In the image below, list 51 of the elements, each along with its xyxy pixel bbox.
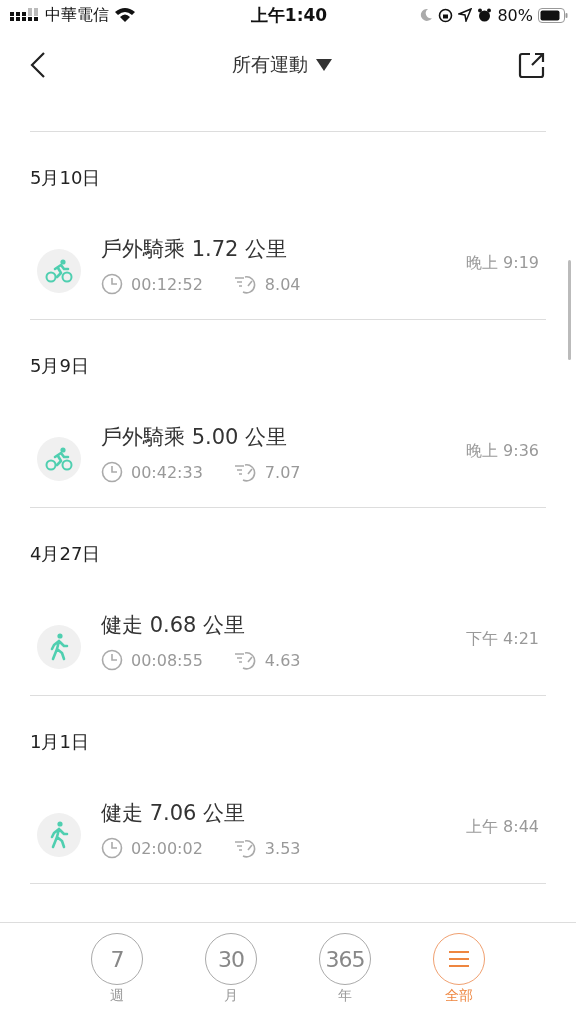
- speedometer-icon: [232, 837, 257, 859]
- menu-icon: [449, 951, 469, 967]
- activity-row[interactable]: 健走 7.06 公里 02:00:02 3.53 上午 8:44: [30, 787, 546, 884]
- walker-icon: [49, 633, 69, 661]
- pace-text: 3.53: [264, 838, 301, 858]
- pace-text: 7.07: [264, 462, 301, 482]
- walker-icon: [49, 821, 69, 849]
- pace-text: 4.63: [264, 650, 301, 670]
- rotation-lock-icon: [438, 7, 454, 23]
- activity-time: 上午 8:44: [466, 816, 539, 838]
- wifi-icon: [114, 7, 136, 23]
- clock-icon: [101, 649, 123, 671]
- clock-icon: [101, 837, 123, 859]
- clock-icon: [101, 273, 123, 295]
- sport-filter-dropdown[interactable]: 所有運動: [230, 50, 334, 80]
- battery-icon: [538, 7, 568, 23]
- alarm-icon: [477, 7, 493, 23]
- activity-time: 晚上 9:36: [466, 440, 539, 462]
- activity-row[interactable]: 戶外騎乘 5.00 公里 00:42:33 7.07 晚上 9:36: [30, 411, 546, 508]
- cyclist-icon: [45, 259, 73, 283]
- activity-row[interactable]: 戶外騎乘 1.72 公里 00:12:52 8.04 晚上 9:19: [30, 223, 546, 320]
- clock-icon: [101, 461, 123, 483]
- duration-text: 00:42:33: [131, 462, 203, 482]
- activity-time: 下午 4:21: [466, 628, 539, 650]
- battery-percent: 80%: [497, 5, 533, 25]
- date-heading: 1月1日: [30, 729, 90, 754]
- moon-icon: [419, 8, 434, 22]
- activity-title: 健走 0.68 公里: [101, 612, 247, 639]
- share-icon[interactable]: [518, 51, 546, 79]
- speedometer-icon: [232, 461, 257, 483]
- status-time: 上午1:40: [250, 3, 328, 27]
- activity-row[interactable]: 健走 0.68 公里 00:08:55 4.63 下午 4:21: [30, 599, 546, 696]
- date-heading: 5月9日: [30, 353, 90, 378]
- activity-title: 戶外騎乘 5.00 公里: [101, 424, 289, 451]
- pace-text: 8.04: [264, 274, 301, 294]
- date-heading: 5月10日: [30, 165, 102, 190]
- duration-text: 00:12:52: [131, 274, 203, 294]
- duration-text: 02:00:02: [131, 838, 203, 858]
- duration-text: 00:08:55: [131, 650, 203, 670]
- activity-title: 健走 7.06 公里: [101, 800, 247, 827]
- location-arrow-icon: [458, 8, 473, 22]
- activity-title: 戶外騎乘 1.72 公里: [101, 236, 289, 263]
- back-icon[interactable]: [30, 51, 46, 79]
- dropdown-triangle-icon: [316, 59, 332, 71]
- speedometer-icon: [232, 649, 257, 671]
- activity-time: 晚上 9:19: [466, 252, 539, 274]
- carrier-name: 中華電信: [45, 4, 109, 26]
- date-heading: 4月27日: [30, 541, 102, 566]
- speedometer-icon: [232, 273, 257, 295]
- cyclist-icon: [45, 447, 73, 471]
- signal-icon: [10, 8, 40, 22]
